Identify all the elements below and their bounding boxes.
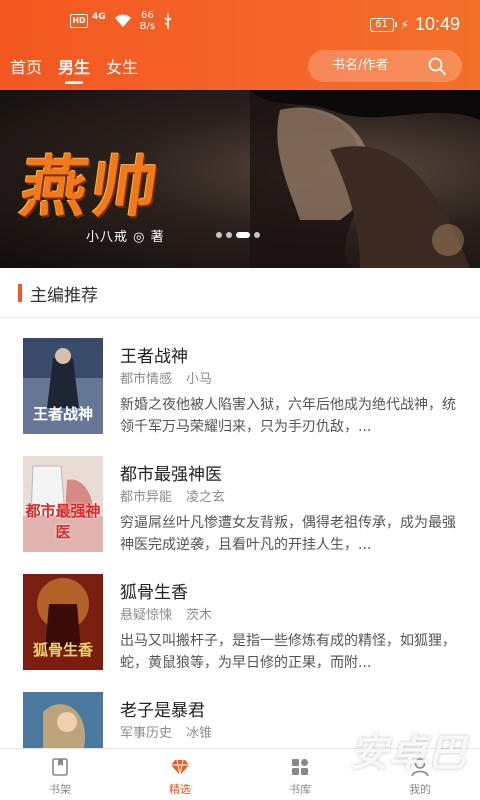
status-bar: HD 4G 66 B/s 61 ⚡ 10:49 (0, 0, 480, 46)
clock: 10:49 (414, 14, 460, 34)
banner-author: 小八戒 ◎ 著 (86, 230, 165, 245)
book-category: 都市情感 (120, 372, 173, 387)
top-nav: 首页 男生 女生 (0, 46, 480, 90)
network-type: 4G (92, 12, 106, 22)
tabbar-label: 精选 (169, 783, 191, 796)
book-author: 凌之玄 (186, 490, 226, 505)
battery-icon: 61 (369, 17, 397, 32)
book-cover-title: 都市最强神医 (25, 502, 101, 541)
tab-home[interactable]: 首页 (10, 46, 42, 90)
net-speed-unit: B/s (139, 21, 156, 32)
book-author: 小马 (186, 372, 213, 387)
section-title: 主编推荐 (30, 286, 98, 306)
status-right: 61 ⚡ 10:49 (369, 14, 460, 35)
top-header: HD 4G 66 B/s 61 ⚡ 10:49 首页 男生 女生 (0, 0, 480, 90)
tabbar-label: 书架 (49, 783, 71, 796)
banner-indicator (216, 232, 260, 238)
book-meta: 军事历史 冰锥 (120, 722, 212, 741)
banner-dot (226, 232, 232, 238)
book-description: 穷逼屌丝叶凡惨遭女友背叛，偶得老祖传承，成为最强神医完成逆袭，且看叶凡的开挂人生… (120, 515, 456, 553)
search-input[interactable] (332, 50, 422, 82)
tabbar-item-library[interactable]: 书库 (240, 749, 360, 800)
book-meta: 都市情感 小马 (120, 368, 212, 387)
hd-badge: HD (70, 14, 88, 28)
section-header: 主编推荐 (0, 268, 480, 318)
bookshelf-icon (52, 758, 68, 776)
book-item[interactable]: 王者战神 王者战神 都市情感 小马 新婚之夜他被人陷害入狱，六年后他成为绝代战神，… (0, 338, 480, 456)
book-meta: 都市异能 凌之玄 (120, 486, 225, 505)
net-speed-value: 66 (141, 10, 154, 21)
tabbar-item-featured[interactable]: 精选 (120, 749, 240, 800)
book-item[interactable]: 狐骨生香 狐骨生香 悬疑惊悚 茨木 出马又叫搬杆子，是指一些修炼有成的精怪，如狐狸… (0, 574, 480, 692)
book-cover[interactable]: 王者战神 (23, 338, 103, 434)
book-description: 出马又叫搬杆子，是指一些修炼有成的精怪，如狐狸，蛇，黄鼠狼等，为早日修的正果，而… (120, 633, 456, 671)
wifi-icon (114, 14, 131, 27)
book-title[interactable]: 狐骨生香 (120, 578, 188, 603)
banner-dot (216, 232, 222, 238)
banner-title: 燕帅 (15, 148, 167, 226)
diamond-icon (171, 759, 189, 776)
promo-banner[interactable]: 燕帅 小八戒 ◎ 著 (0, 90, 480, 268)
book-author: 茨木 (186, 608, 213, 623)
search-icon[interactable] (428, 57, 446, 75)
book-meta: 悬疑惊悚 茨木 (120, 604, 212, 623)
book-author: 冰锥 (186, 726, 213, 741)
channel-tabs: 首页 男生 女生 (10, 46, 138, 90)
book-cover-title: 王者战神 (32, 405, 93, 423)
net-speed: 66 B/s (140, 10, 155, 32)
search-box[interactable] (308, 50, 462, 82)
book-cover-title: 狐骨生香 (32, 641, 93, 659)
tabbar-label: 书库 (289, 783, 311, 796)
book-title[interactable]: 老子是暴君 (120, 696, 205, 721)
tabbar-item-bookshelf[interactable]: 书架 (0, 749, 120, 800)
status-left: HD 4G 66 B/s (70, 10, 173, 32)
charging-icon: ⚡ (400, 17, 409, 32)
book-category: 军事历史 (120, 726, 173, 741)
banner-dot (254, 232, 260, 238)
book-category: 悬疑惊悚 (120, 608, 173, 623)
tab-female[interactable]: 女生 (106, 46, 138, 90)
book-title[interactable]: 都市最强神医 (120, 460, 222, 485)
section-accent-bar (18, 284, 22, 302)
watermark-logo: 安卓巴 (350, 730, 468, 775)
book-description: 新婚之夜他被人陷害入狱，六年后他成为绝代战神，统领千军万马荣耀归来，只为手刃仇敌… (120, 397, 456, 435)
grid-icon (292, 759, 308, 775)
book-cover[interactable]: 狐骨生香 (23, 574, 103, 670)
book-item[interactable]: 都市最强神医 都市最强神医 都市异能 凌之玄 穷逼屌丝叶凡惨遭女友背叛，偶得老祖传… (0, 456, 480, 574)
tab-male[interactable]: 男生 (58, 46, 90, 90)
book-title[interactable]: 王者战神 (120, 342, 188, 367)
tabbar-label: 我的 (409, 783, 431, 796)
usb-icon (164, 13, 172, 29)
banner-dot-active (236, 232, 250, 238)
book-cover[interactable]: 都市最强神医 (23, 456, 103, 552)
book-category: 都市异能 (120, 490, 173, 505)
